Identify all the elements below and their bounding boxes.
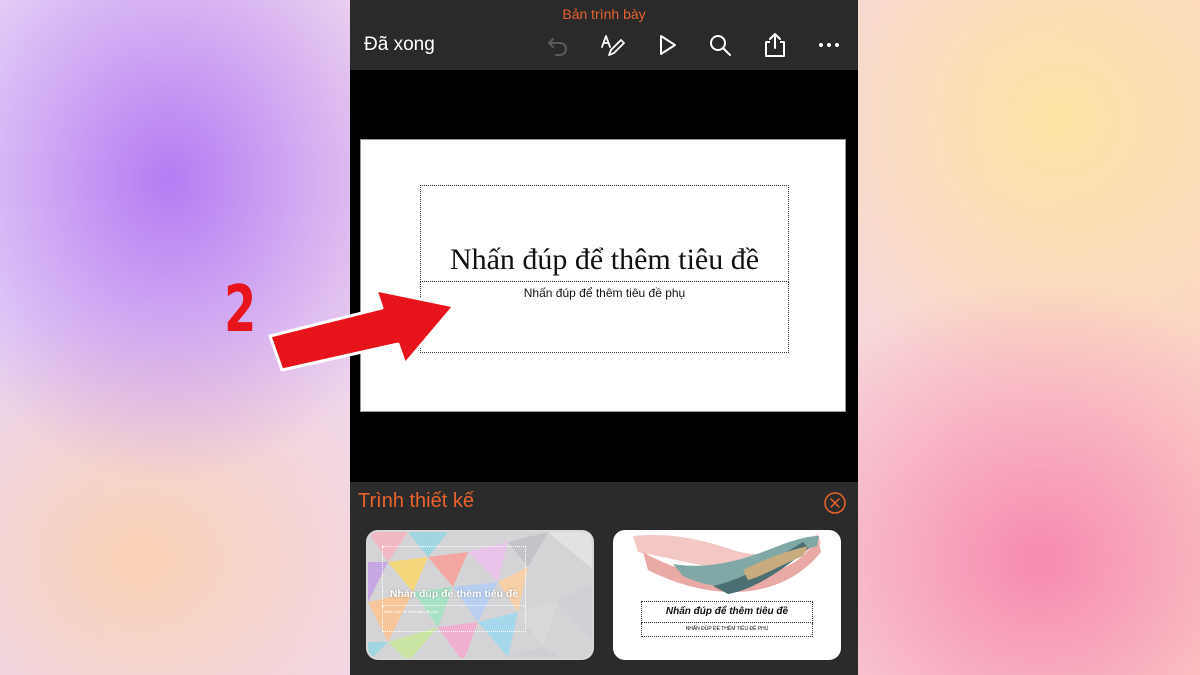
title-placeholder-text: Nhấn đúp để thêm tiêu đề [449,243,760,276]
title-placeholder[interactable]: Nhấn đúp để thêm tiêu đề [420,185,789,282]
search-icon[interactable] [706,31,734,59]
thumbnail-title-text: Nhấn đúp để thêm tiêu đề [389,588,519,600]
play-icon[interactable] [653,31,681,59]
document-title: Bản trình bày [562,6,646,22]
wave-ribbon-image [633,534,821,594]
thumbnail-subtitle-text: NHẤN ĐÚP ĐỂ THÊM TIÊU ĐỀ PHỤ [685,626,769,632]
annotation-arrow-icon [268,288,456,372]
toolbar: Bản trình bày Đã xong [350,0,858,70]
subtitle-placeholder-text: Nhấn đúp để thêm tiêu đề phụ [523,286,686,300]
share-icon[interactable] [761,31,789,59]
done-button[interactable]: Đã xong [364,34,435,56]
designer-title: Trình thiết kế [358,490,474,512]
design-option-1[interactable]: Nhấn đúp để thêm tiêu đề Nhấn đúp để thê… [366,530,594,660]
subtitle-placeholder[interactable]: Nhấn đúp để thêm tiêu đề phụ [420,282,789,353]
designer-panel: Trình thiết kế Nhấn đúp để thêm tiêu đề … [350,482,858,675]
thumbnail-title-text: Nhấn đúp để thêm tiêu đề [665,606,789,617]
step-number-annotation: 2 [224,273,257,347]
design-option-2[interactable]: Nhấn đúp để thêm tiêu đề NHẤN ĐÚP ĐỂ THÊ… [613,530,841,660]
close-icon[interactable] [824,492,846,514]
undo-icon[interactable] [544,31,572,59]
thumbnail-subtitle-text: Nhấn đúp để thêm tiêu đề phụ [384,609,438,614]
slide-canvas: Nhấn đúp để thêm tiêu đề Nhấn đúp để thê… [350,70,858,482]
pen-icon[interactable] [598,31,626,59]
more-icon[interactable] [815,31,843,59]
